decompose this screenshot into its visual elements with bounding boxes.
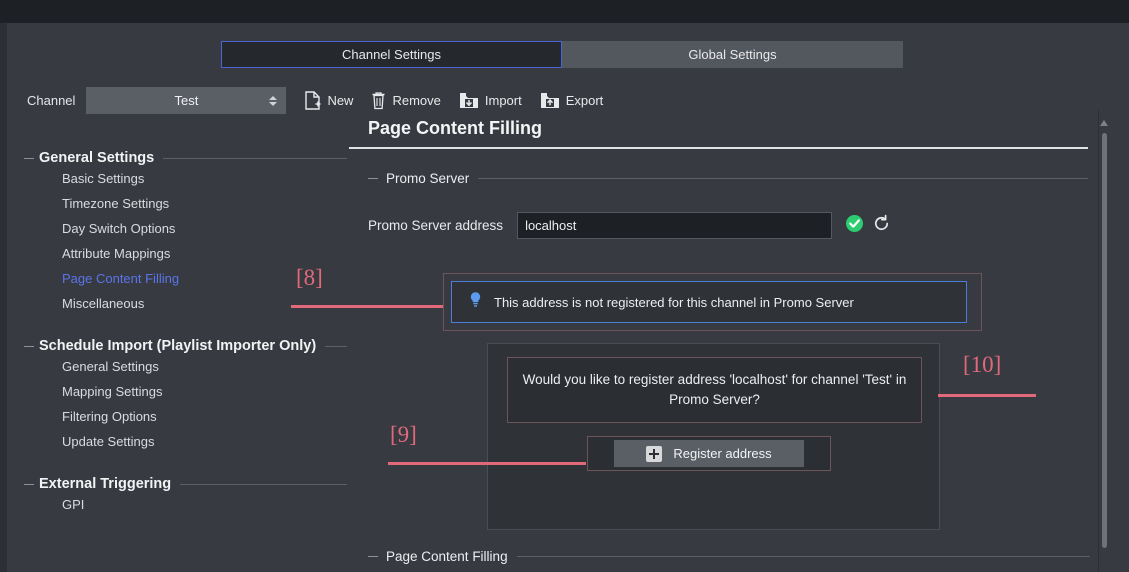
lightbulb-info-icon (468, 291, 483, 313)
sidebar-item-label: General Settings (62, 359, 159, 374)
sidebar-item-filtering-options[interactable]: Filtering Options (7, 404, 347, 429)
main-scrollbar[interactable] (1098, 110, 1111, 572)
window-titlebar (0, 0, 1129, 23)
section-dash (368, 178, 378, 179)
export-button-label: Export (565, 93, 604, 108)
scrollbar-track (1098, 110, 1099, 572)
valid-check-icon (845, 214, 864, 238)
group-dash (24, 158, 34, 159)
tab-global-settings-label: Global Settings (688, 47, 777, 62)
info-banner-text: This address is not registered for this … (494, 294, 854, 310)
sidebar-group-title: External Triggering (39, 476, 172, 492)
section-dash (368, 556, 378, 557)
sidebar-item-page-content-filling[interactable]: Page Content Filling (7, 266, 347, 291)
tab-channel-settings[interactable]: Channel Settings (221, 41, 562, 68)
import-button[interactable]: Import (459, 92, 522, 110)
promo-server-address-input[interactable] (517, 212, 833, 239)
promo-server-address-label: Promo Server address (368, 218, 504, 233)
export-button[interactable]: Export (540, 92, 604, 110)
settings-tabbar: Channel Settings Global Settings (221, 41, 903, 68)
group-dash (24, 484, 34, 485)
promo-server-address-row: Promo Server address (368, 212, 1091, 239)
promo-server-section-header: Promo Server (368, 171, 1091, 186)
sidebar-item-label: Timezone Settings (62, 196, 170, 211)
page-title-divider (349, 147, 1088, 149)
sidebar-item-label: Filtering Options (62, 409, 157, 424)
channel-label: Channel (27, 93, 76, 108)
register-question-text: Would you like to register address 'loca… (507, 357, 922, 423)
import-button-label: Import (484, 93, 522, 108)
trash-icon (371, 91, 386, 110)
register-address-button[interactable]: Register address (614, 440, 804, 467)
plus-icon (646, 445, 663, 462)
channel-toolbar: Channel Test New Remove Import Export (27, 87, 603, 114)
new-button-label: New (327, 93, 354, 108)
refresh-icon[interactable] (872, 214, 891, 238)
spinner-updown-icon[interactable] (269, 95, 278, 106)
remove-button[interactable]: Remove (371, 91, 441, 110)
sidebar-item-attribute-mappings[interactable]: Attribute Mappings (7, 241, 347, 266)
sidebar-item-label: Miscellaneous (62, 296, 145, 311)
section-rule (516, 556, 1090, 557)
register-address-button-label: Register address (673, 446, 772, 461)
remove-button-label: Remove (392, 93, 441, 108)
sidebar-item-label: Basic Settings (62, 171, 145, 186)
promo-server-section-title: Promo Server (386, 171, 470, 186)
folder-export-icon (540, 92, 560, 110)
sidebar-item-day-switch-options[interactable]: Day Switch Options (7, 216, 347, 241)
sidebar-item-update-settings[interactable]: Update Settings (7, 429, 347, 454)
sidebar-group-schedule-import: Schedule Import (Playlist Importer Only) (7, 338, 347, 354)
group-dash (24, 346, 34, 347)
new-button[interactable]: New (304, 91, 353, 110)
page-content-filling-section-header: Page Content Filling (368, 549, 1090, 564)
sidebar-item-label: Mapping Settings (62, 384, 163, 399)
register-address-panel: Would you like to register address 'loca… (487, 343, 940, 530)
sidebar-item-miscellaneous[interactable]: Miscellaneous (7, 291, 347, 316)
scroll-up-arrow-icon[interactable] (1100, 120, 1108, 126)
application-window: Channel Settings Global Settings Channel… (0, 0, 1129, 572)
sidebar-item-basic-settings[interactable]: Basic Settings (7, 166, 347, 191)
sidebar-item-gpi[interactable]: GPI (7, 492, 347, 517)
group-rule (180, 483, 347, 485)
sidebar-group-title: General Settings (39, 150, 155, 166)
group-rule (325, 345, 347, 347)
section-rule (478, 178, 1088, 179)
sidebar-item-mapping-settings[interactable]: Mapping Settings (7, 379, 347, 404)
folder-import-icon (459, 92, 479, 110)
group-rule (163, 157, 347, 159)
sidebar-item-label: Update Settings (62, 434, 155, 449)
channel-select[interactable]: Test (86, 87, 287, 114)
channel-select-value: Test (174, 93, 199, 108)
address-status-icons (845, 214, 891, 238)
scrollbar-thumb[interactable] (1102, 133, 1107, 548)
window-left-edge (0, 23, 7, 572)
sidebar-item-label: Day Switch Options (62, 221, 176, 236)
sidebar-item-si-general-settings[interactable]: General Settings (7, 354, 347, 379)
sidebar-item-label: GPI (62, 497, 85, 512)
sidebar-group-external-triggering: External Triggering (7, 476, 347, 492)
page-title: Page Content Filling (368, 118, 542, 138)
sidebar-group-general-settings: General Settings (7, 150, 347, 166)
promo-server-section: Promo Server Promo Server address (349, 171, 1091, 239)
tab-global-settings[interactable]: Global Settings (562, 41, 903, 68)
page-content-filling-section-title: Page Content Filling (386, 549, 508, 564)
sidebar-item-timezone-settings[interactable]: Timezone Settings (7, 191, 347, 216)
register-button-container: Register address (587, 436, 831, 471)
sidebar-item-label: Page Content Filling (62, 271, 180, 286)
info-banner: This address is not registered for this … (451, 281, 967, 323)
sidebar-item-label: Attribute Mappings (62, 246, 171, 261)
sidebar-group-title: Schedule Import (Playlist Importer Only) (39, 338, 317, 354)
document-plus-icon (304, 91, 321, 110)
tab-channel-settings-label: Channel Settings (341, 47, 441, 62)
settings-sidebar: General Settings Basic Settings Timezone… (7, 140, 347, 572)
